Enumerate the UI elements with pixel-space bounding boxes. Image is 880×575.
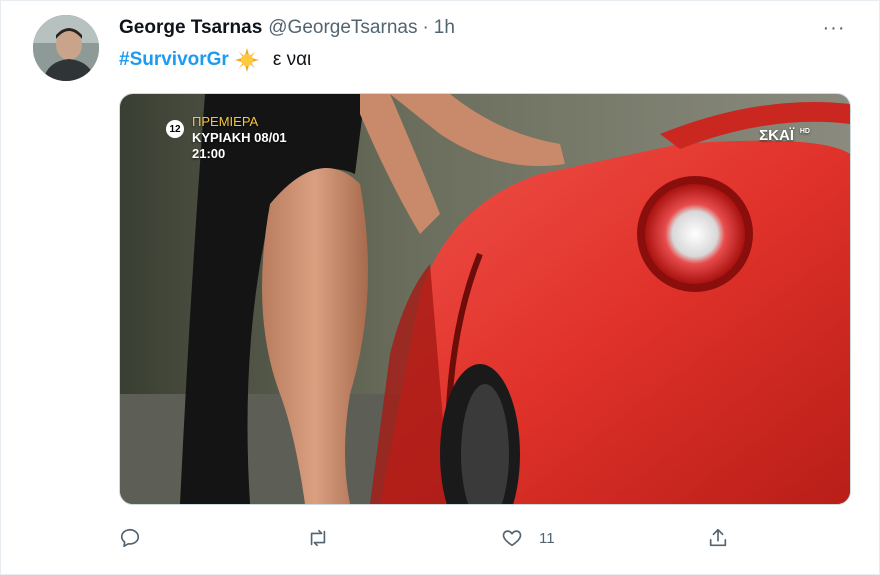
share-icon xyxy=(709,528,727,547)
tweet-actions-bar: 11 xyxy=(119,521,849,555)
share-button[interactable] xyxy=(707,521,729,555)
tweet-timestamp[interactable]: 1h xyxy=(434,17,455,39)
premiere-date: ΚΥΡΙΑΚΗ 08/01 xyxy=(192,130,287,145)
like-button[interactable]: 11 xyxy=(501,521,555,555)
user-handle[interactable]: @GeorgeTsarnas xyxy=(268,17,417,39)
tweet-card[interactable]: George Tsarnas @GeorgeTsarnas · 1h ··· #… xyxy=(0,0,880,575)
channel-logo: ΣΚΑΪ xyxy=(759,127,794,144)
heart-icon xyxy=(502,530,522,547)
premiere-time: 21:00 xyxy=(192,146,226,161)
more-icon: ··· xyxy=(822,16,846,39)
channel-hd-label: HD xyxy=(799,128,810,135)
separator-dot: · xyxy=(422,17,429,38)
avatar[interactable] xyxy=(33,15,99,81)
tweet-media-image[interactable]: ΠΡΕΜΙΕΡΑ ΚΥΡΙΑΚΗ 08/01 21:00 12 ΣΚΑΪ HD xyxy=(119,93,851,505)
like-count: 11 xyxy=(539,529,555,547)
reply-icon xyxy=(120,528,140,548)
hashtag-link[interactable]: #SurvivorGr xyxy=(119,49,229,71)
reply-button[interactable] xyxy=(119,521,141,555)
tweet-body-text: ε ναι xyxy=(272,49,312,70)
sun-emoji-icon xyxy=(234,48,259,72)
premiere-label: ΠΡΕΜΙΕΡΑ xyxy=(192,114,259,129)
tweet-header: George Tsarnas @GeorgeTsarnas · 1h xyxy=(119,15,455,41)
tweet-text: #SurvivorGr ε ναι xyxy=(119,47,311,73)
more-options-button[interactable]: ··· xyxy=(819,15,849,41)
rating-badge: 12 xyxy=(166,120,184,138)
retweet-icon xyxy=(310,529,326,547)
display-name[interactable]: George Tsarnas xyxy=(119,17,262,39)
retweet-button[interactable] xyxy=(307,521,329,555)
